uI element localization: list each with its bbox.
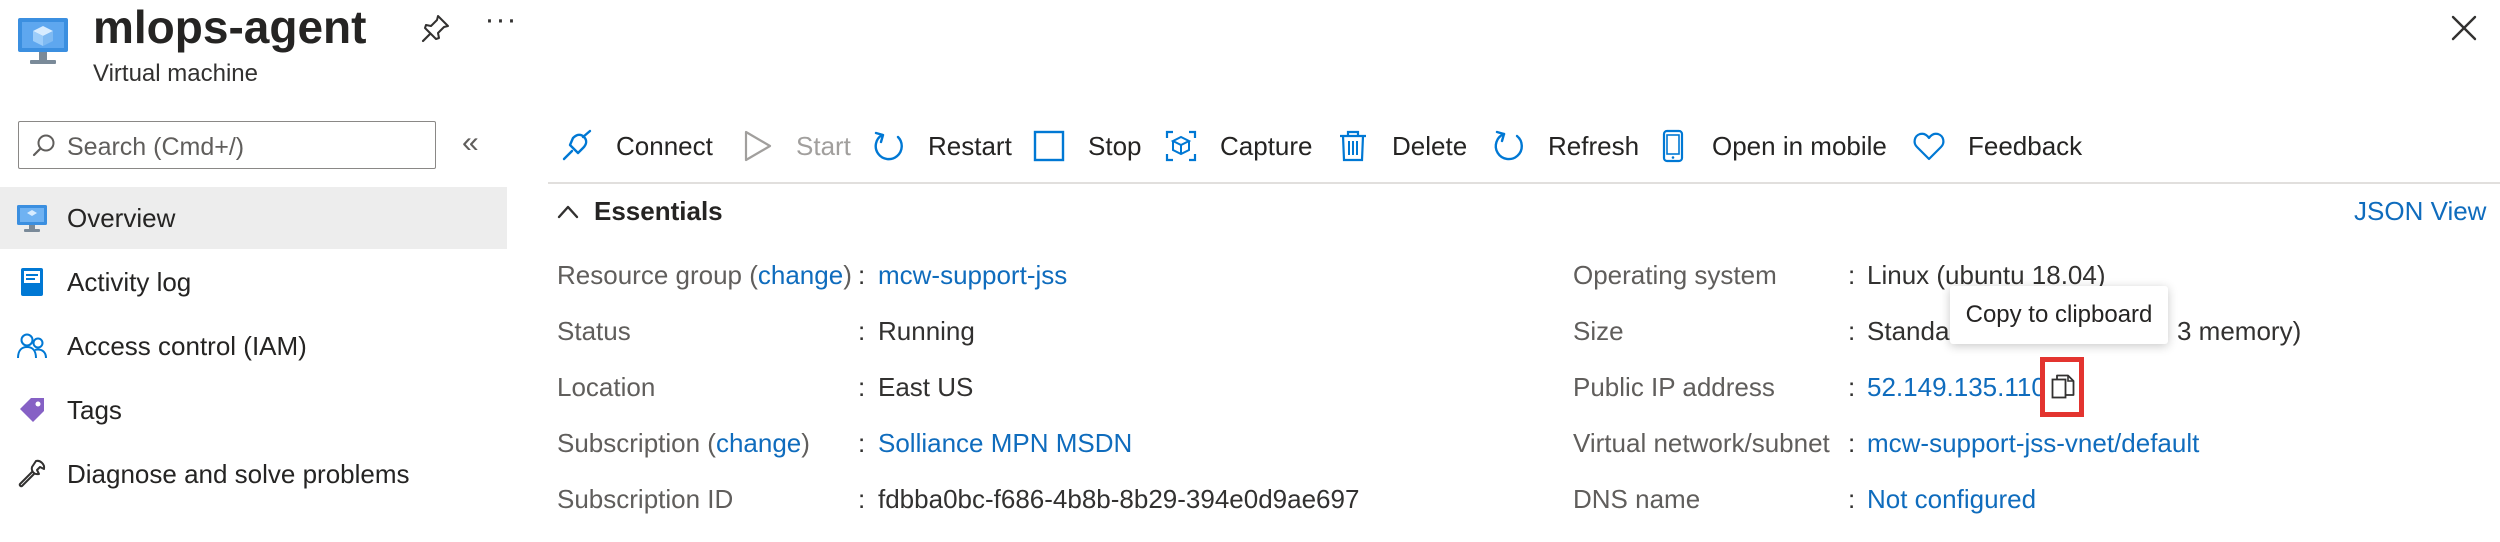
connect-label: Connect (616, 130, 713, 161)
monitor-icon (17, 205, 47, 232)
play-icon (744, 130, 772, 162)
sidebar-item-label: Activity log (67, 266, 192, 297)
size-value-end: 3 memory) (2177, 316, 2302, 346)
sidebar-item-tags[interactable]: Tags (0, 379, 507, 441)
feedback-label: Feedback (1968, 130, 2083, 161)
tag-icon (20, 398, 44, 422)
search-placeholder: Search (Cmd+/) (67, 133, 245, 161)
trash-icon (1340, 130, 1366, 162)
json-view-link[interactable]: JSON View (2354, 196, 2486, 227)
connect-icon (562, 129, 592, 161)
resource-group-label: Resource group (change) (557, 260, 852, 291)
pin-icon[interactable] (418, 12, 452, 46)
capture-label: Capture (1220, 130, 1313, 161)
sidebar-item-label: Access control (IAM) (67, 330, 307, 361)
feedback-button[interactable]: Feedback (1912, 124, 2082, 168)
sidebar-item-label: Diagnose and solve problems (67, 458, 410, 489)
vnet-subnet-label: Virtual network/subnet (1573, 428, 1830, 458)
status-value: Running (878, 316, 975, 346)
subscription-label-text: Subscription ( (557, 428, 716, 458)
virtual-machine-icon (18, 18, 68, 64)
resource-group-value-link[interactable]: mcw-support-jss (878, 260, 1067, 291)
size-label: Size (1573, 316, 1624, 346)
dns-name-value-link[interactable]: Not configured (1867, 484, 2036, 515)
heart-icon (1913, 132, 1945, 161)
status-colon: : (858, 316, 866, 346)
connect-button[interactable]: Connect (560, 124, 713, 168)
location-label: Location (557, 372, 656, 402)
sidebar-item-activity-log[interactable]: Activity log (0, 251, 507, 313)
stop-label: Stop (1088, 130, 1142, 161)
capture-button[interactable]: Capture (1164, 124, 1313, 168)
refresh-label: Refresh (1548, 130, 1640, 161)
subscription-value-link[interactable]: Solliance MPN MSDN (878, 428, 1132, 459)
subscription-label: Subscription (change) (557, 428, 810, 459)
subscription-change-link[interactable]: change (716, 428, 801, 458)
resource-group-label-close: ) (843, 260, 852, 290)
toolbar-divider (548, 182, 2500, 184)
dns-name-label: DNS name (1573, 484, 1701, 514)
restart-button[interactable]: Restart (872, 124, 1012, 168)
delete-label: Delete (1392, 130, 1468, 161)
public-ip-value-link[interactable]: 52.149.135.110 (1867, 372, 2046, 403)
refresh-icon (1494, 130, 1523, 161)
resource-group-change-link[interactable]: change (758, 260, 843, 290)
refresh-button[interactable]: Refresh (1492, 124, 1639, 168)
subscription-label-close: ) (801, 428, 810, 458)
people-icon (17, 333, 47, 359)
location-colon: : (858, 372, 866, 402)
sidebar-item-label: Tags (67, 394, 122, 425)
open-in-mobile-label: Open in mobile (1712, 130, 1887, 161)
close-icon[interactable] (2448, 12, 2480, 44)
sidebar-item-access-control[interactable]: Access control (IAM) (0, 315, 507, 377)
operating-system-label: Operating system (1573, 260, 1777, 290)
subscription-id-label: Subscription ID (557, 484, 734, 514)
search-input[interactable]: Search (Cmd+/) (18, 121, 436, 169)
open-in-mobile-button[interactable]: Open in mobile (1656, 124, 1887, 168)
delete-button[interactable]: Delete (1336, 124, 1467, 168)
restart-icon (874, 131, 903, 161)
status-label: Status (557, 316, 631, 346)
stop-icon (1033, 130, 1065, 162)
activity-log-icon (21, 268, 43, 296)
sidebar-item-label: Overview (67, 202, 176, 233)
subscription-colon: : (858, 428, 866, 458)
location-value: East US (878, 372, 974, 402)
operating-system-colon: : (1848, 260, 1856, 290)
copy-tooltip: Copy to clipboard (1950, 286, 2168, 344)
vnet-subnet-value-link[interactable]: mcw-support-jss-vnet/default (1867, 428, 2199, 459)
size-value-start: Standar (1867, 316, 1959, 346)
sidebar-item-overview[interactable]: Overview (0, 187, 507, 249)
size-colon: : (1848, 316, 1856, 346)
mobile-phone-icon (1662, 129, 1684, 163)
copy-to-clipboard-button[interactable] (2040, 357, 2084, 417)
vnet-subnet-colon: : (1848, 428, 1856, 458)
sidebar-item-diagnose[interactable]: Diagnose and solve problems (0, 443, 507, 505)
subscription-id-value: fdbba0bc-f686-4b8b-8b29-394e0d9ae697 (878, 484, 1360, 514)
more-options-icon[interactable]: ··· (484, 5, 518, 44)
stop-button[interactable]: Stop (1032, 124, 1142, 168)
page-subtitle: Virtual machine (93, 60, 258, 87)
essentials-toggle[interactable]: Essentials (556, 196, 723, 227)
resource-group-colon: : (858, 260, 866, 290)
restart-label: Restart (928, 130, 1012, 161)
resource-group-label-text: Resource group ( (557, 260, 758, 290)
page-title: mlops-agent (93, 1, 367, 53)
search-icon (32, 134, 55, 157)
essentials-title: Essentials (594, 196, 723, 226)
collapse-sidebar-icon[interactable]: « (462, 128, 490, 158)
start-button[interactable]: Start (740, 124, 851, 168)
copy-icon (2051, 374, 2075, 399)
public-ip-colon: : (1848, 372, 1856, 402)
copy-tooltip-text: Copy to clipboard (1965, 301, 2153, 328)
public-ip-label: Public IP address (1573, 372, 1775, 402)
subscription-id-colon: : (858, 484, 866, 514)
wrench-icon (18, 459, 46, 488)
capture-icon (1165, 130, 1197, 162)
chevron-up-icon (557, 205, 579, 218)
start-label: Start (796, 130, 851, 161)
dns-name-colon: : (1848, 484, 1856, 514)
